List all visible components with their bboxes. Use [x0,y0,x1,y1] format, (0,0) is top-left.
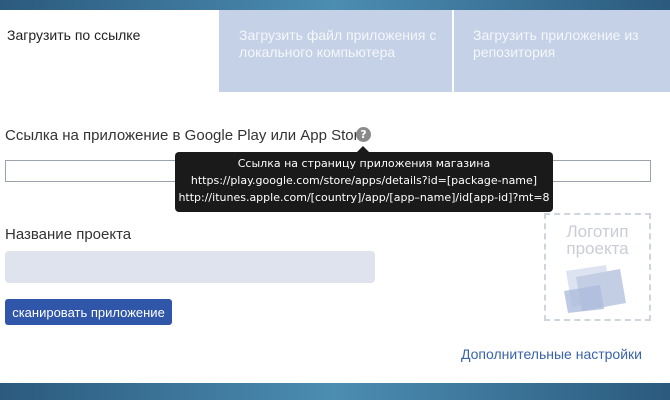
top-header-strip [0,0,670,10]
project-logo-dropzone[interactable]: Логотип проекта [544,213,651,321]
tooltip-line: https://play.google.com/store/apps/detai… [190,174,538,187]
tab-upload-local-file[interactable]: Загрузить файл приложения с локального к… [219,10,452,92]
project-name-label: Название проекта [5,226,132,243]
bottom-footer-strip [0,383,670,400]
app-url-label: Ссылка на приложение в Google Play или A… [5,127,367,144]
help-icon[interactable]: ? [356,127,371,142]
logo-placeholder-text: Логотип проекта [566,222,629,258]
upload-tabs: Загрузить по ссылке Загрузить файл прило… [0,10,670,92]
tooltip-line: Ссылка на страницу приложения магазина [237,157,491,170]
tooltip-line: http://itunes.apple.com/[country]/app/[a… [178,191,550,204]
project-name-input[interactable] [5,251,375,283]
tab-upload-by-link[interactable]: Загрузить по ссылке [0,10,219,92]
image-placeholder-icon [564,265,626,313]
tab-upload-from-repository[interactable]: Загрузить приложение из репозитория [454,10,670,92]
scan-app-button[interactable]: сканировать приложение [5,299,172,325]
help-tooltip: Ссылка на страницу приложения магазина h… [175,152,553,212]
advanced-settings-link[interactable]: Дополнительные настройки [461,346,642,362]
